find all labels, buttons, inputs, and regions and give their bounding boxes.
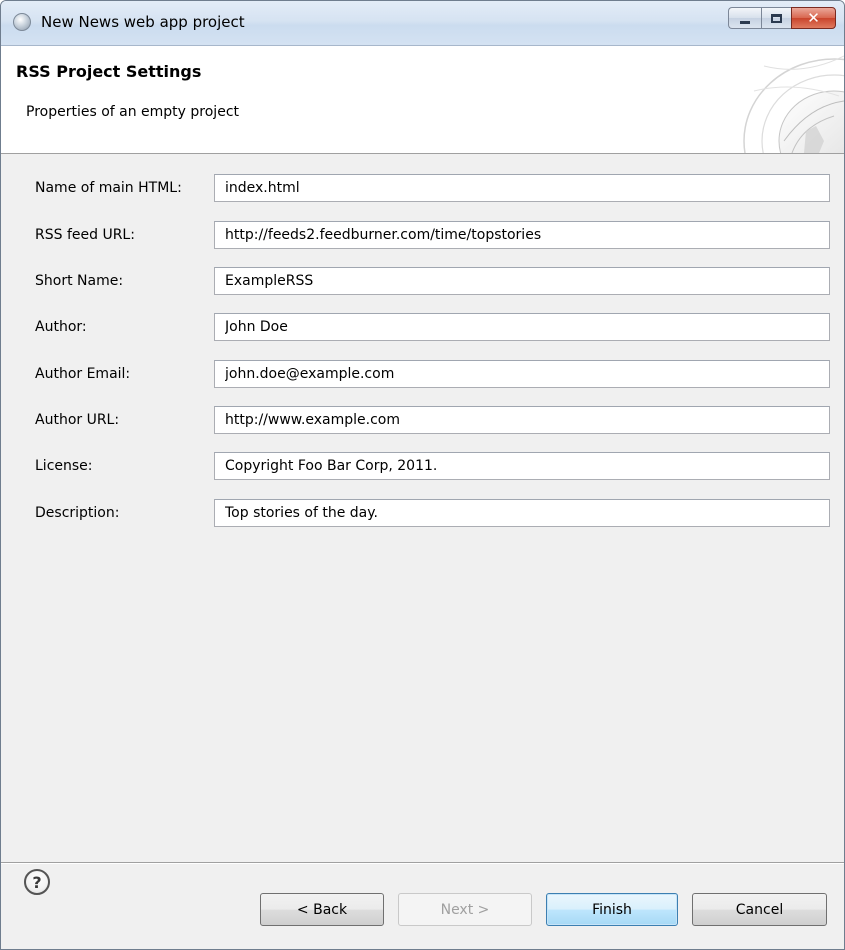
- page-description: Properties of an empty project: [26, 104, 240, 120]
- cancel-button[interactable]: Cancel: [692, 893, 827, 926]
- button-bar-separator: [1, 862, 844, 864]
- description-label: Description:: [35, 505, 120, 521]
- author-email-input[interactable]: [214, 360, 830, 388]
- author-url-input[interactable]: [214, 406, 830, 434]
- license-label: License:: [35, 458, 93, 474]
- rss-feed-url-input[interactable]: [214, 221, 830, 249]
- main-html-label: Name of main HTML:: [35, 180, 182, 196]
- wizard-globe-graphic: [743, 55, 844, 153]
- page-title: RSS Project Settings: [16, 62, 202, 81]
- form-row-description: Description:: [1, 499, 844, 527]
- finish-button[interactable]: Finish: [546, 893, 678, 926]
- close-button[interactable]: ✕: [791, 7, 836, 29]
- author-label: Author:: [35, 319, 87, 335]
- short-name-input[interactable]: [214, 267, 830, 295]
- form-row-author: Author:: [1, 313, 844, 341]
- license-input[interactable]: [214, 452, 830, 480]
- next-button[interactable]: Next >: [398, 893, 532, 926]
- help-icon[interactable]: ?: [24, 869, 50, 895]
- wizard-dialog: New News web app project ✕ RSS Project S…: [0, 0, 845, 950]
- form-row-main-html: Name of main HTML:: [1, 174, 844, 202]
- author-url-label: Author URL:: [35, 412, 120, 428]
- main-html-input[interactable]: [214, 174, 830, 202]
- description-input[interactable]: [214, 499, 830, 527]
- window-controls: ✕: [728, 7, 836, 33]
- form-row-license: License:: [1, 452, 844, 480]
- eclipse-globe-icon: [13, 13, 31, 31]
- back-button[interactable]: < Back: [260, 893, 384, 926]
- maximize-icon: [771, 13, 782, 23]
- form-row-short-name: Short Name:: [1, 267, 844, 295]
- minimize-button[interactable]: [728, 7, 761, 29]
- short-name-label: Short Name:: [35, 273, 124, 289]
- rss-feed-url-label: RSS feed URL:: [35, 227, 135, 243]
- form-row-author-url: Author URL:: [1, 406, 844, 434]
- form-row-rss-feed-url: RSS feed URL:: [1, 221, 844, 249]
- maximize-button[interactable]: [761, 7, 791, 29]
- window-title: New News web app project: [41, 13, 245, 31]
- author-email-label: Author Email:: [35, 366, 131, 382]
- form-row-author-email: Author Email:: [1, 360, 844, 388]
- close-icon: ✕: [807, 8, 820, 27]
- title-bar[interactable]: New News web app project ✕: [1, 1, 844, 46]
- author-input[interactable]: [214, 313, 830, 341]
- minimize-icon: [740, 20, 750, 24]
- wizard-banner: RSS Project Settings Properties of an em…: [1, 46, 844, 154]
